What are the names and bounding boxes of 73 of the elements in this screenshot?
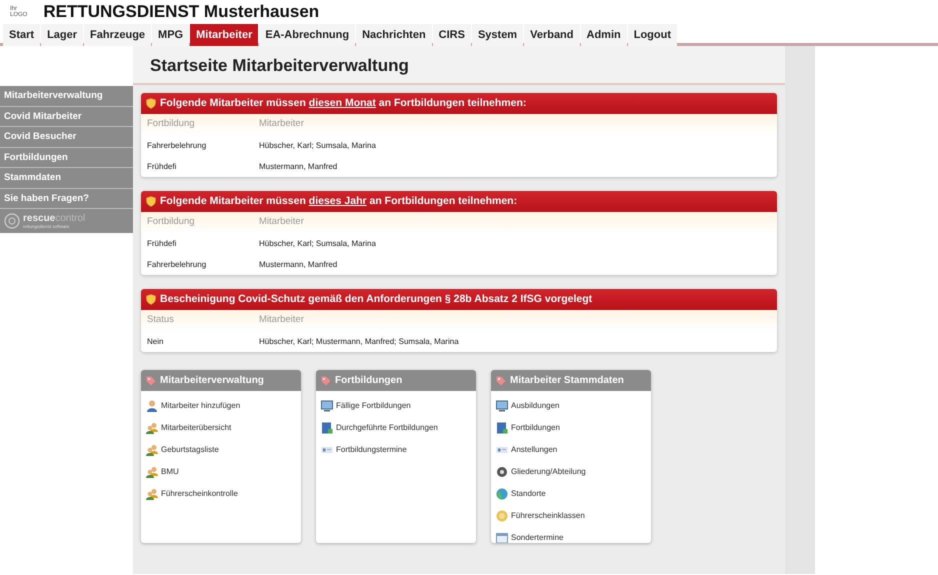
column-header: Mitarbeiter	[259, 215, 304, 230]
nav-tab[interactable]: Verband	[524, 24, 580, 46]
table-cell-text: Nein	[147, 336, 164, 348]
menu-link[interactable]: Fortbildungstermine	[316, 439, 476, 461]
alert-title: Folgende Mitarbeiter müssen dieses Jahr an Fortbildungen teilnehmen:	[160, 194, 518, 209]
menu-link[interactable]: Standorte	[491, 483, 651, 505]
menu-link[interactable]: BMU	[141, 461, 301, 483]
tag-icon	[146, 376, 156, 386]
menu-link[interactable]: Ausbildungen	[491, 395, 651, 417]
tag-icon	[496, 376, 506, 386]
menu-link[interactable]: Führerscheinklassen	[491, 505, 651, 527]
alert-title: Bescheinigung Covid-Schutz gemäß den Anforderungen § 28b Absatz 2 IfSG vorgelegt	[160, 292, 592, 307]
globe-icon	[496, 488, 508, 500]
column-header: Status	[147, 313, 175, 328]
list-icon	[321, 444, 333, 456]
page-title: Startseite Mitarbeiterverwaltung	[133, 46, 785, 85]
menu-link[interactable]: Führerscheinkontrolle	[141, 483, 301, 505]
people-icon	[146, 444, 158, 456]
panel-title: Mitarbeiter Stammdaten	[510, 374, 624, 388]
nav-tab[interactable]: Logout	[628, 24, 677, 46]
list-icon	[496, 444, 508, 456]
badge-icon	[496, 510, 508, 522]
column-header: Fortbildung	[147, 117, 196, 132]
menu-link[interactable]: Anstellungen	[491, 439, 651, 461]
menu-link[interactable]: Durchgeführte Fortbildungen	[316, 417, 476, 439]
nav-tab[interactable]: CIRS	[432, 24, 471, 46]
shield-icon	[146, 294, 156, 305]
nav-tab[interactable]: Admin	[580, 24, 627, 46]
nav-tab[interactable]: System	[472, 24, 524, 46]
nav-tab[interactable]: MPG	[152, 24, 190, 46]
nav-tab[interactable]: Start	[3, 24, 40, 46]
nav-tab[interactable]: Fahrzeuge	[84, 24, 152, 46]
table-cell-text: Fahrerbelehrung	[147, 140, 208, 152]
table-cell: Mustermann, Manfred	[259, 160, 338, 172]
menu-link[interactable]: Fortbildungen	[491, 417, 651, 439]
table-cell-text: Frühdefi	[147, 238, 178, 250]
nav-tab[interactable]: Lager	[41, 24, 84, 46]
calendar-icon	[496, 532, 508, 543]
tag-icon	[321, 376, 331, 386]
people-icon	[146, 488, 158, 500]
table-cell: Mustermann, Manfred	[259, 258, 338, 270]
person-icon	[146, 400, 158, 412]
panel-title: Mitarbeiterverwaltung	[160, 374, 264, 388]
column-header: Mitarbeiter	[259, 313, 304, 328]
nav-tab[interactable]: Nachrichten	[356, 24, 432, 46]
nav-tab[interactable]: EA-Abrechnung	[259, 24, 356, 46]
monitor-icon	[496, 400, 508, 412]
menu-link[interactable]: Fällige Fortbildungen	[316, 395, 476, 417]
shield-icon	[146, 196, 156, 207]
column-header: Fortbildung	[147, 215, 196, 230]
book-icon	[496, 422, 508, 434]
book-icon	[321, 422, 333, 434]
site-title: RETTUNGSDIENST Musterhausen	[43, 1, 320, 24]
table-cell-text: Fahrerbelehrung	[147, 258, 208, 270]
table-cell: Hübscher, Karl; Sumsala, Marina	[259, 238, 376, 250]
menu-link[interactable]: Mitarbeiter hinzufügen	[141, 395, 301, 417]
panel-title: Fortbildungen	[335, 374, 402, 388]
nav-tab[interactable]: Mitarbeiter	[190, 24, 258, 46]
lifebuoy-icon	[4, 213, 20, 229]
column-header: Mitarbeiter	[259, 117, 304, 132]
gear-icon	[496, 466, 508, 478]
menu-link[interactable]: Geburtstagsliste	[141, 439, 301, 461]
monitor-icon	[321, 400, 333, 412]
alert-title: Folgende Mitarbeiter müssen diesen Monat an Fortbildungen teilnehmen:	[160, 96, 526, 111]
menu-link[interactable]: Gliederung/Abteilung	[491, 461, 651, 483]
people-icon	[146, 422, 158, 434]
menu-link[interactable]: Mitarbeiterübersicht	[141, 417, 301, 439]
people-icon	[146, 466, 158, 478]
table-cell: Hübscher, Karl; Sumsala, Marina	[259, 140, 376, 152]
table-cell: Hübscher, Karl; Mustermann, Manfred; Sumsala, Marina	[259, 336, 459, 348]
table-cell-text: Frühdefi	[147, 160, 178, 172]
menu-link[interactable]: Sondertermine	[491, 527, 651, 543]
shield-icon	[146, 98, 156, 109]
